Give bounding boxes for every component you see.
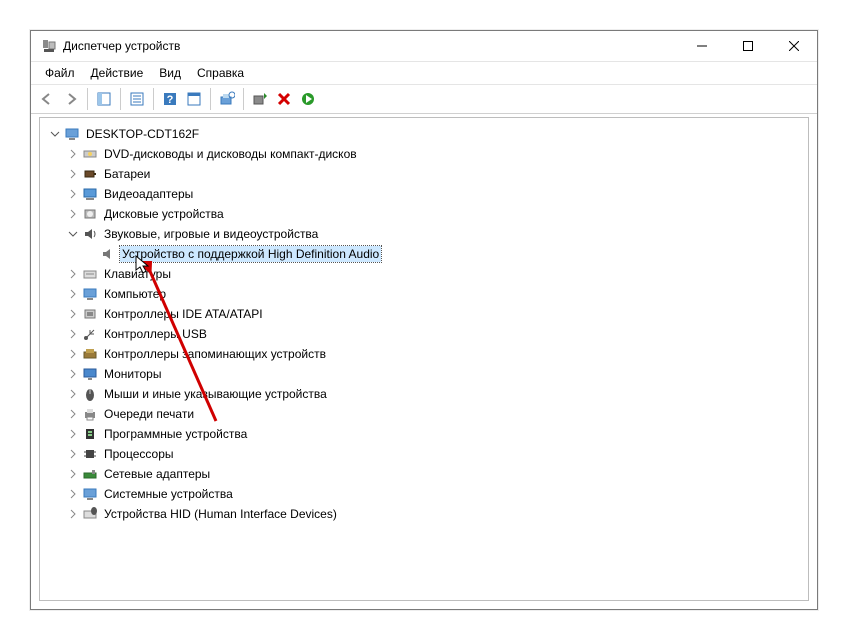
software-device-icon — [82, 426, 98, 442]
system-device-icon — [82, 486, 98, 502]
svg-text:?: ? — [167, 94, 174, 106]
tree-item[interactable]: DVD-дисководы и дисководы компакт-дисков — [44, 144, 804, 164]
expand-toggle[interactable] — [48, 127, 62, 141]
computer-icon — [64, 126, 80, 142]
audio-icon — [82, 226, 98, 242]
expand-toggle[interactable] — [66, 167, 80, 181]
expand-toggle[interactable] — [66, 327, 80, 341]
printer-icon — [82, 406, 98, 422]
ide-controller-icon — [82, 306, 98, 322]
tree-item[interactable]: Батареи — [44, 164, 804, 184]
tree-item[interactable]: Клавиатуры — [44, 264, 804, 284]
toolbar: ? — [31, 85, 817, 114]
expand-toggle[interactable] — [66, 407, 80, 421]
keyboard-icon — [82, 266, 98, 282]
audio-device-icon — [100, 246, 116, 262]
expand-toggle[interactable] — [66, 347, 80, 361]
uninstall-button[interactable] — [272, 87, 296, 111]
tree-item[interactable]: Компьютер — [44, 284, 804, 304]
app-icon — [41, 38, 57, 54]
tree-item[interactable]: Дисковые устройства — [44, 204, 804, 224]
storage-controller-icon — [82, 346, 98, 362]
expand-toggle[interactable] — [66, 507, 80, 521]
back-button[interactable] — [35, 87, 59, 111]
computer-icon — [82, 286, 98, 302]
disk-drive-icon — [82, 206, 98, 222]
titlebar: Диспетчер устройств — [31, 31, 817, 62]
expand-toggle[interactable] — [66, 147, 80, 161]
processor-icon — [82, 446, 98, 462]
tree-item[interactable]: Сетевые адаптеры — [44, 464, 804, 484]
menu-help[interactable]: Справка — [189, 64, 252, 82]
scan-hardware-button[interactable] — [215, 87, 239, 111]
tree-item[interactable]: Контроллеры IDE ATA/ATAPI — [44, 304, 804, 324]
tree-item[interactable]: Процессоры — [44, 444, 804, 464]
forward-button[interactable] — [59, 87, 83, 111]
disc-drive-icon — [82, 146, 98, 162]
expand-toggle[interactable] — [66, 367, 80, 381]
tree-item[interactable]: Программные устройства — [44, 424, 804, 444]
expand-toggle[interactable] — [66, 287, 80, 301]
expand-toggle[interactable] — [66, 427, 80, 441]
expand-toggle[interactable] — [66, 387, 80, 401]
tree-item-audio[interactable]: Звуковые, игровые и видеоустройства — [44, 224, 804, 244]
monitor-icon — [82, 366, 98, 382]
properties-button[interactable] — [125, 87, 149, 111]
tree-item[interactable]: Устройства HID (Human Interface Devices) — [44, 504, 804, 524]
root-node[interactable]: DESKTOP-CDT162F — [44, 124, 804, 144]
expand-toggle[interactable] — [66, 487, 80, 501]
tree-item[interactable]: Мыши и иные указывающие устройства — [44, 384, 804, 404]
tree-item[interactable]: Контроллеры USB — [44, 324, 804, 344]
network-adapter-icon — [82, 466, 98, 482]
root-label: DESKTOP-CDT162F — [84, 126, 201, 142]
expand-toggle[interactable] — [66, 307, 80, 321]
expand-toggle[interactable] — [66, 207, 80, 221]
tree-item[interactable]: Очереди печати — [44, 404, 804, 424]
minimize-button[interactable] — [679, 31, 725, 61]
help-button[interactable]: ? — [158, 87, 182, 111]
expand-toggle[interactable] — [66, 267, 80, 281]
expand-toggle[interactable] — [66, 467, 80, 481]
tree-item[interactable]: Видеоадаптеры — [44, 184, 804, 204]
tree-item[interactable]: Контроллеры запоминающих устройств — [44, 344, 804, 364]
menu-view[interactable]: Вид — [151, 64, 189, 82]
battery-icon — [82, 166, 98, 182]
expand-toggle[interactable] — [66, 227, 80, 241]
expand-toggle[interactable] — [66, 447, 80, 461]
menu-file[interactable]: Файл — [37, 64, 83, 82]
window-title: Диспетчер устройств — [63, 39, 180, 53]
expand-toggle[interactable] — [66, 187, 80, 201]
tree-item[interactable]: Системные устройства — [44, 484, 804, 504]
maximize-button[interactable] — [725, 31, 771, 61]
tree-item-hd-audio[interactable]: Устройство с поддержкой High Definition … — [44, 244, 804, 264]
display-adapter-icon — [82, 186, 98, 202]
mouse-icon — [82, 386, 98, 402]
enable-button[interactable] — [296, 87, 320, 111]
device-tree[interactable]: DESKTOP-CDT162F DVD-дисководы и дисковод… — [39, 117, 809, 601]
usb-controller-icon — [82, 326, 98, 342]
update-driver-button[interactable] — [248, 87, 272, 111]
device-manager-window: Диспетчер устройств Файл Действие Вид Сп… — [30, 30, 818, 610]
menubar: Файл Действие Вид Справка — [31, 62, 817, 85]
action-button[interactable] — [182, 87, 206, 111]
menu-action[interactable]: Действие — [83, 64, 152, 82]
close-button[interactable] — [771, 31, 817, 61]
show-hide-tree-button[interactable] — [92, 87, 116, 111]
tree-item[interactable]: Мониторы — [44, 364, 804, 384]
hid-icon — [82, 506, 98, 522]
